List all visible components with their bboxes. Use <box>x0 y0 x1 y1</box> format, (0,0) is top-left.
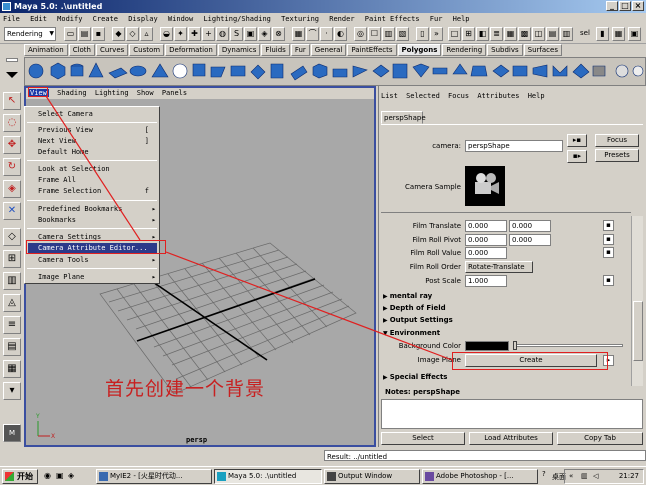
annotation-lines <box>45 95 453 361</box>
desktop-quicklaunch-icon[interactable]: ▣ <box>56 471 64 480</box>
task-maya-label: Maya 5.0: .\untitled <box>228 472 297 480</box>
windows-taskbar: 开始 ◉ ▣ ◈ MyIE2 - [火星时代动... Maya 5.0: .\u… <box>0 466 646 485</box>
ie-quicklaunch-icon[interactable]: ◉ <box>44 471 51 480</box>
task-photoshop-label: Adobe Photoshop - [... <box>436 472 514 480</box>
task-myie2[interactable]: MyIE2 - [火星时代动... <box>96 469 212 484</box>
app-quicklaunch-icon[interactable]: ◈ <box>68 471 74 480</box>
task-myie2-label: MyIE2 - [火星时代动... <box>110 472 183 480</box>
maya-task-icon <box>217 472 226 481</box>
start-button[interactable]: 开始 <box>2 469 38 484</box>
task-output-window-label: Output Window <box>338 472 393 480</box>
task-output-window[interactable]: Output Window <box>324 469 420 484</box>
taskbar-help-icon[interactable]: ? <box>542 470 546 478</box>
task-maya[interactable]: Maya 5.0: .\untitled <box>214 469 322 484</box>
system-tray: « ▥ ◁ 21:27 <box>564 469 644 484</box>
photoshop-icon <box>425 472 434 481</box>
tray-arrow-icon[interactable]: « <box>569 470 573 483</box>
help-line: Result: ../untitled <box>24 450 646 462</box>
output-window-icon <box>327 472 336 481</box>
clock: 21:27 <box>618 472 639 480</box>
tray-volume-icon[interactable]: ◁ <box>593 470 598 483</box>
tray-network-icon[interactable]: ▥ <box>581 470 588 483</box>
task-photoshop[interactable]: Adobe Photoshop - [... <box>422 469 538 484</box>
myie2-icon <box>99 472 108 481</box>
command-result-field: Result: ../untitled <box>324 450 646 461</box>
